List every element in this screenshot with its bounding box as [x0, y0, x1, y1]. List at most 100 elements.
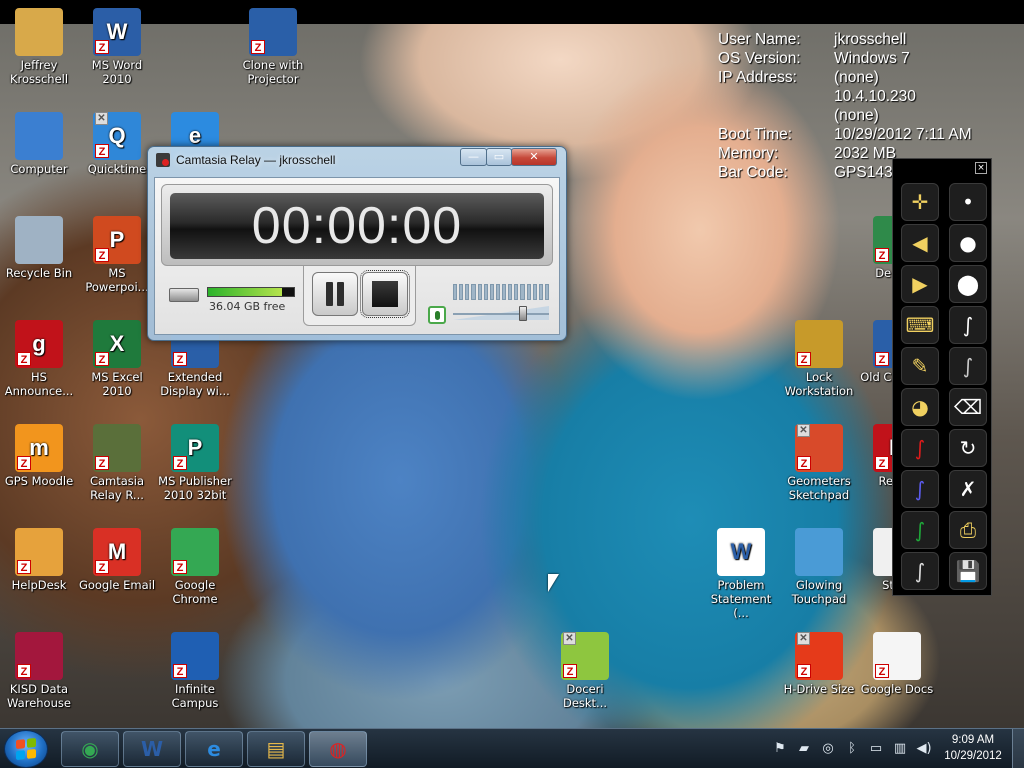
stop-button[interactable]: [360, 270, 410, 318]
pen-black-icon[interactable]: ∫: [901, 552, 939, 590]
taskbar-ie-button[interactable]: e: [185, 731, 243, 767]
pie-chart-icon: Z ✕: [795, 632, 843, 680]
palette-icon[interactable]: ◕: [901, 388, 939, 426]
system-info-row: 10.4.10.230: [718, 87, 1018, 106]
taskbar: ◉ We ▤ ◍ ⚑ ▰ ◎ ᛒ ▭ ▥ ◀) 9:09 AM 10/29/2012: [0, 728, 1024, 768]
pen-cursor-icon[interactable]: ✎: [901, 347, 939, 385]
stroke-thin-icon[interactable]: ∫: [949, 306, 987, 344]
desktop-shortcut[interactable]: Z Google Chrome: [156, 528, 234, 606]
arrow-left-icon[interactable]: ◀: [901, 224, 939, 262]
desktop-shortcut[interactable]: Z Infinite Campus: [156, 632, 234, 710]
desktop-shortcut[interactable]: Jeffrey Krosschell: [0, 8, 78, 86]
user-folder-icon: [15, 8, 63, 56]
update-icon[interactable]: ◎: [820, 741, 836, 757]
desktop-shortcut[interactable]: W Problem Statement (...: [702, 528, 780, 620]
camtasia-relay-window: Camtasia Relay — jkrosschell — ▭ ✕ 00:00…: [147, 146, 567, 341]
taskbar-relay-button[interactable]: ◍: [309, 731, 367, 767]
desktop-shortcut-label: Camtasia Relay R...: [89, 474, 145, 502]
z-badge-icon: Z: [17, 352, 31, 366]
taskbar-chrome-button[interactable]: ◉: [61, 731, 119, 767]
desktop-shortcut-label: Doceri Deskt...: [562, 682, 608, 710]
sketchpad-icon: Z ✕: [795, 424, 843, 472]
volume-icon[interactable]: ◀): [916, 741, 932, 757]
dot-small-icon[interactable]: •: [949, 183, 987, 221]
save-icon[interactable]: 💾: [949, 552, 987, 590]
desktop-shortcut[interactable]: M Z Google Email: [78, 528, 156, 592]
infinite-campus-icon: Z: [171, 632, 219, 680]
desktop-shortcut-label: Recycle Bin: [5, 266, 73, 280]
desktop-shortcut[interactable]: X Z MS Excel 2010: [78, 320, 156, 398]
print-icon[interactable]: ⎙: [949, 511, 987, 549]
arrow-right-icon[interactable]: ▶: [901, 265, 939, 303]
z-badge-icon: Z: [875, 456, 889, 470]
clear-ink-icon[interactable]: ✗: [949, 470, 987, 508]
dot-medium-icon[interactable]: ●: [949, 224, 987, 262]
publisher-icon: PZ: [171, 424, 219, 472]
z-badge-icon: Z: [173, 560, 187, 574]
relay-titlebar[interactable]: Camtasia Relay — jkrosschell — ▭ ✕: [148, 147, 566, 173]
z-badge-icon: Z: [875, 664, 889, 678]
pointer-tool-icon[interactable]: ✛: [901, 183, 939, 221]
desktop-shortcut[interactable]: P Z MS Powerpoi...: [78, 216, 156, 294]
bluetooth-icon[interactable]: ᛒ: [844, 741, 860, 757]
clock[interactable]: 9:09 AM 10/29/2012: [938, 732, 1008, 764]
clock-date: 10/29/2012: [944, 750, 1002, 762]
desktop-shortcut[interactable]: Recycle Bin: [0, 216, 78, 280]
pause-icon: [326, 282, 344, 306]
network-flag-icon[interactable]: ▰: [796, 741, 812, 757]
desktop-shortcut[interactable]: Z Camtasia Relay R...: [78, 424, 156, 502]
desktop-shortcut[interactable]: Computer: [0, 112, 78, 176]
desktop-shortcut[interactable]: g Z HS Announce...: [0, 320, 78, 398]
announcement-icon: gZ: [15, 320, 63, 368]
desktop-shortcut[interactable]: Z ✕ H-Drive Size: [780, 632, 858, 696]
desktop-shortcut[interactable]: Z Google Docs: [858, 632, 936, 696]
desktop-shortcut[interactable]: Z ✕ Doceri Deskt...: [546, 632, 624, 710]
pen-toolbar-close-button[interactable]: ×: [975, 162, 987, 174]
chrome-icon: ◉: [81, 737, 99, 761]
eraser-icon[interactable]: ⌫: [949, 388, 987, 426]
taskbar-word-button[interactable]: W: [123, 731, 181, 767]
volume-slider[interactable]: [453, 306, 549, 322]
keyboard-icon[interactable]: ⌨: [901, 306, 939, 344]
network-icon[interactable]: ▥: [892, 741, 908, 757]
minimize-button[interactable]: —: [460, 148, 487, 166]
desktop-shortcut[interactable]: W Z MS Word 2010: [78, 8, 156, 86]
volume-slider-thumb[interactable]: [519, 306, 527, 321]
desktop-shortcut[interactable]: Z Clone with Projector: [234, 8, 312, 86]
desktop-shortcut[interactable]: Z KISD Data Warehouse: [0, 632, 78, 710]
desktop-shortcut[interactable]: P Z MS Publisher 2010 32bit: [156, 424, 234, 502]
display-icon[interactable]: ▭: [868, 741, 884, 757]
lasso-icon[interactable]: ↻: [949, 429, 987, 467]
z-badge-icon: Z: [95, 560, 109, 574]
start-button[interactable]: [4, 730, 48, 768]
system-info-key: Memory:: [718, 145, 779, 162]
pen-red-icon[interactable]: ∫: [901, 429, 939, 467]
recording-controls: [303, 266, 416, 326]
z-badge-icon: Z: [251, 40, 265, 54]
desktop-shortcut-label: MS Excel 2010: [91, 370, 143, 398]
desktop-shortcut[interactable]: Z HelpDesk: [0, 528, 78, 592]
desktop-shortcut-label: Google Email: [78, 578, 156, 592]
stroke-dashed-icon[interactable]: ∫: [949, 347, 987, 385]
pen-blue-icon[interactable]: ∫: [901, 470, 939, 508]
pause-button[interactable]: [312, 272, 358, 316]
level-meter-segment: [526, 284, 531, 300]
level-meter-segment: [532, 284, 537, 300]
excel-icon: XZ: [93, 320, 141, 368]
pen-green-icon[interactable]: ∫: [901, 511, 939, 549]
desktop-shortcut[interactable]: Z Lock Workstation: [780, 320, 858, 398]
maximize-button[interactable]: ▭: [486, 148, 512, 166]
taskbar-explorer-button[interactable]: ▤: [247, 731, 305, 767]
data-warehouse-icon: Z: [15, 632, 63, 680]
action-center-icon[interactable]: ⚑: [772, 741, 788, 757]
microphone-icon[interactable]: [428, 306, 446, 324]
level-meter-segment: [508, 284, 513, 300]
desktop-shortcut[interactable]: Glowing Touchpad: [780, 528, 858, 606]
dot-large-icon[interactable]: ⬤: [949, 265, 987, 303]
desktop-shortcut[interactable]: Q Z ✕ Quicktime: [78, 112, 156, 176]
show-desktop-button[interactable]: [1012, 729, 1024, 768]
desktop-shortcut[interactable]: Z ✕ Geometers Sketchpad: [780, 424, 858, 502]
close-button[interactable]: ✕: [511, 148, 557, 166]
desktop-shortcut-label: Glowing Touchpad: [791, 578, 847, 606]
desktop-shortcut[interactable]: m Z GPS Moodle: [0, 424, 78, 488]
